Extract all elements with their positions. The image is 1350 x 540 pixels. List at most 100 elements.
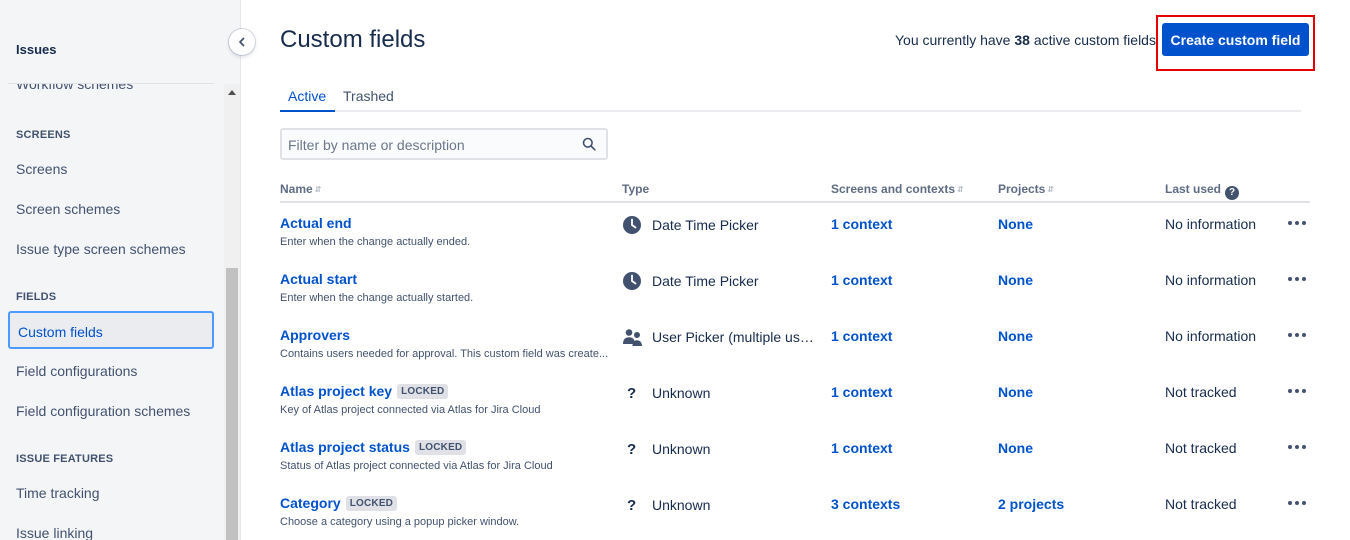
tabs-underline [280,110,1301,112]
chevron-left-icon [239,37,245,47]
more-dot-icon [1288,501,1292,505]
field-name-link[interactable]: Atlas project key LOCKED [280,383,449,399]
field-type: User Picker (multiple users) [622,327,822,347]
field-type-label: Date Time Picker [652,217,759,233]
sort-icon: ⇵ [314,185,322,194]
more-dot-icon [1302,277,1306,281]
field-type-icon-wrap [622,215,644,235]
contexts-link[interactable]: 1 context [831,216,892,232]
column-header-screens[interactable]: Screens and contexts ⇵ [831,182,964,196]
tab-active[interactable]: Active [288,88,326,104]
field-name-link[interactable]: Actual start [280,271,357,287]
count-prefix: You currently have [895,32,1011,48]
field-type-label: Unknown [652,441,711,457]
field-type: Date Time Picker [622,215,822,235]
active-fields-count: 38 [1014,32,1030,48]
sort-icon: ⇵ [957,185,964,194]
projects-link[interactable]: 2 projects [998,496,1064,512]
locked-badge: LOCKED [345,495,398,511]
field-description: Contains users needed for approval. This… [280,348,609,360]
collapse-sidebar-button[interactable] [229,29,255,55]
more-dot-icon [1288,445,1292,449]
contexts-link[interactable]: 1 context [831,328,892,344]
table-row: Approvers Contains users needed for appro… [0,327,1350,383]
clock-icon [623,272,641,290]
more-actions-button[interactable] [1288,389,1306,393]
more-actions-button[interactable] [1288,221,1306,225]
last-used-value: No information [1165,328,1257,344]
contexts-link[interactable]: 1 context [831,440,892,456]
projects-link[interactable]: None [998,216,1033,232]
sidebar-item-workflow-schemes[interactable]: Workflow schemes [16,84,133,92]
search-icon[interactable] [582,137,596,151]
column-header-name[interactable]: Name ⇵ [280,182,321,196]
field-name-link[interactable]: Actual end [280,215,352,231]
column-header-type: Type [622,182,650,196]
field-name-link[interactable]: Category LOCKED [280,495,398,511]
projects-link[interactable]: None [998,328,1033,344]
sidebar-header: Issues [16,42,57,57]
create-custom-field-button[interactable]: Create custom field [1162,23,1309,56]
field-description: Enter when the change actually started. [280,292,474,304]
field-type-label: Unknown [652,385,711,401]
more-actions-button[interactable] [1288,333,1306,337]
last-used-value: No information [1165,272,1257,288]
more-actions-button[interactable] [1288,501,1306,505]
tab-active-indicator [280,110,335,112]
field-description: Key of Atlas project connected via Atlas… [280,404,541,416]
more-dot-icon [1302,501,1306,505]
more-dot-icon [1295,389,1299,393]
column-header-last-used: Last used? [1165,182,1240,200]
field-type-label: Date Time Picker [652,273,759,289]
more-dot-icon [1302,445,1306,449]
contexts-link[interactable]: 3 contexts [831,496,900,512]
scroll-up-arrow-icon[interactable] [228,90,236,95]
table-row: Actual start Enter when the change actual… [0,271,1350,327]
projects-link[interactable]: None [998,440,1033,456]
question-icon: ? [627,496,637,514]
clock-icon [623,216,641,234]
locked-badge: LOCKED [414,439,467,455]
field-name-link[interactable]: Atlas project status LOCKED [280,439,467,455]
field-type: Date Time Picker [622,271,822,291]
more-dot-icon [1288,221,1292,225]
more-dot-icon [1295,501,1299,505]
field-type: ? Unknown [622,439,822,459]
more-actions-button[interactable] [1288,445,1306,449]
last-used-value: No information [1165,216,1257,232]
field-description: Choose a category using a popup picker w… [280,516,520,528]
field-type-label: User Picker (multiple users) [652,329,820,345]
more-dot-icon [1302,221,1306,225]
more-dot-icon [1302,333,1306,337]
count-suffix: active custom fields [1033,32,1156,48]
sidebar-item-screens[interactable]: Screens [16,161,67,177]
table-row: Actual end Enter when the change actually… [0,215,1350,271]
field-type: ? Unknown [622,495,822,515]
field-type-label: Unknown [652,497,711,513]
table-row: Atlas project status LOCKED Status of Atla… [0,439,1350,495]
contexts-link[interactable]: 1 context [831,384,892,400]
projects-link[interactable]: None [998,384,1033,400]
table-header-divider [280,201,1310,203]
contexts-link[interactable]: 1 context [831,272,892,288]
more-dot-icon [1295,277,1299,281]
field-description: Enter when the change actually ended. [280,236,471,248]
more-dot-icon [1288,333,1292,337]
field-type-icon-wrap [622,327,644,347]
tab-trashed[interactable]: Trashed [343,88,394,104]
last-used-value: Not tracked [1165,440,1237,456]
field-type-icon-wrap: ? [622,495,644,515]
question-icon: ? [627,384,637,402]
last-used-value: Not tracked [1165,384,1237,400]
more-dot-icon [1288,277,1292,281]
more-actions-button[interactable] [1288,277,1306,281]
more-dot-icon [1302,389,1306,393]
last-used-value: Not tracked [1165,496,1237,512]
projects-link[interactable]: None [998,272,1033,288]
page-title: Custom fields [280,26,426,53]
more-dot-icon [1295,221,1299,225]
filter-input[interactable] [288,135,568,155]
field-name-link[interactable]: Approvers [280,327,350,343]
column-header-projects[interactable]: Projects ⇵ [998,182,1054,196]
help-icon[interactable]: ? [1225,186,1240,200]
